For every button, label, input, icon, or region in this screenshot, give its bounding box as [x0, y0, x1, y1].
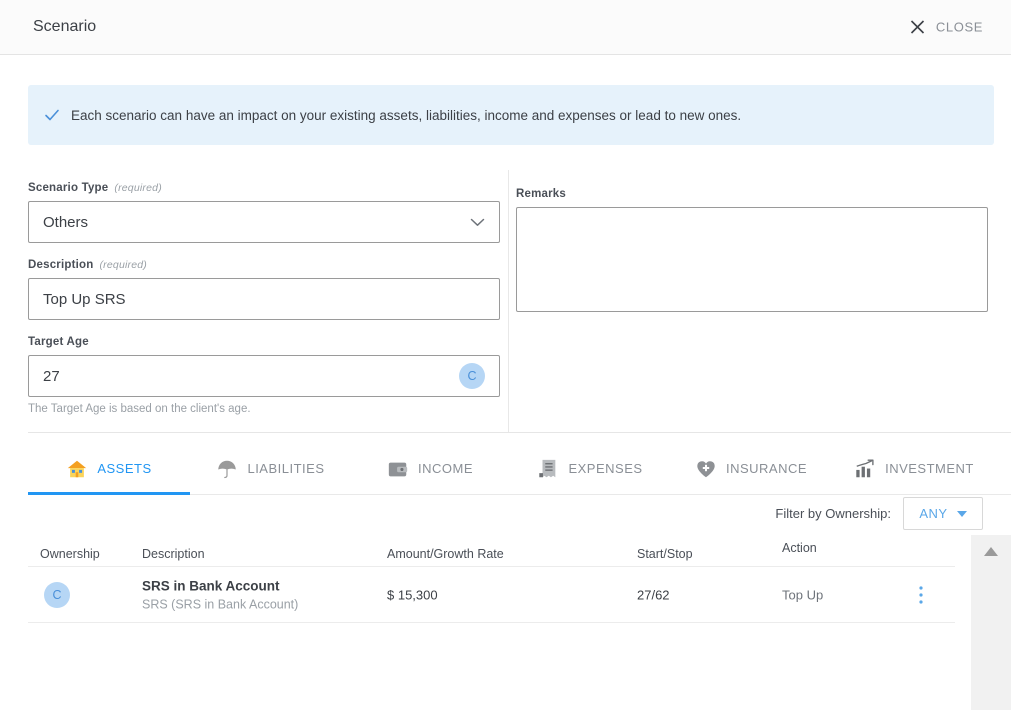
umbrella-icon: [218, 460, 237, 478]
row-amount: $ 15,300: [387, 587, 438, 602]
table-row[interactable]: C SRS in Bank Account SRS (SRS in Bank A…: [28, 567, 955, 623]
target-age-value: 27: [43, 367, 60, 385]
remarks-textarea[interactable]: [516, 207, 988, 312]
description-label-text: Description: [28, 259, 94, 271]
column-header-amount: Amount/Growth Rate: [387, 547, 504, 561]
heart-plus-icon: [697, 460, 715, 477]
avatar: C: [459, 363, 485, 389]
row-menu-button[interactable]: [919, 585, 923, 604]
dialog-header: Scenario CLOSE: [0, 0, 1011, 55]
scenario-dialog: Scenario CLOSE Each scenario can have an…: [0, 0, 1011, 710]
tab-insurance-label: INSURANCE: [725, 461, 808, 476]
target-age-input[interactable]: 27 C: [28, 355, 500, 397]
tab-insurance[interactable]: INSURANCE: [671, 443, 831, 494]
field-remarks: Remarks: [516, 188, 988, 312]
tab-expenses[interactable]: EXPENSES: [509, 443, 671, 494]
description-value: Top Up SRS: [43, 290, 126, 308]
row-avatar: C: [44, 581, 70, 608]
scenario-type-required-note: (required): [114, 182, 162, 194]
tab-income-label: INCOME: [418, 461, 473, 476]
category-tabs: ASSETS LIABILITIES INCOME EXPENSES INSUR…: [28, 443, 1011, 495]
form-vertical-divider: [508, 170, 509, 432]
receipt-icon: [539, 459, 556, 477]
house-icon: [68, 460, 87, 477]
close-label: CLOSE: [935, 19, 983, 35]
field-scenario-type: Scenario Type (required) Others: [28, 182, 500, 243]
description-label: Description (required): [28, 259, 500, 271]
row-action: Top Up: [782, 587, 824, 602]
tab-investment-label: INVESTMENT: [885, 461, 974, 476]
info-banner: Each scenario can have an impact on your…: [28, 85, 994, 145]
column-header-startstop: Start/Stop: [637, 547, 693, 561]
remarks-label: Remarks: [516, 188, 566, 200]
field-target-age: Target Age 27 C The Target Age is based …: [28, 336, 500, 415]
ownership-select[interactable]: ANY: [903, 497, 983, 530]
tab-liabilities[interactable]: LIABILITIES: [190, 443, 351, 494]
avatar: C: [44, 581, 70, 608]
filter-label: Filter by Ownership:: [775, 506, 891, 521]
assets-table: Ownership Description Amount/Growth Rate…: [28, 535, 955, 623]
wallet-icon: [388, 462, 408, 476]
scenario-type-label: Scenario Type (required): [28, 182, 500, 194]
column-header-action: Action: [782, 541, 817, 555]
tab-liabilities-label: LIABILITIES: [247, 461, 325, 476]
row-description-main: SRS in Bank Account: [142, 578, 280, 593]
info-banner-text: Each scenario can have an impact on your…: [71, 107, 742, 123]
tab-investment[interactable]: INVESTMENT: [831, 443, 997, 494]
tab-assets[interactable]: ASSETS: [28, 443, 190, 495]
scenario-type-select[interactable]: Others: [28, 201, 500, 243]
scenario-type-value: Others: [43, 213, 89, 231]
column-header-ownership: Ownership: [40, 547, 100, 561]
target-age-helper-text: The Target Age is based on the client's …: [28, 403, 251, 415]
close-icon: [910, 20, 924, 34]
row-start-stop: 27/62: [637, 587, 670, 602]
tab-assets-label: ASSETS: [97, 461, 152, 476]
scenario-type-label-text: Scenario Type: [28, 182, 109, 194]
row-description: SRS in Bank Account SRS (SRS in Bank Acc…: [142, 578, 298, 611]
scroll-up-arrow-icon[interactable]: [984, 547, 998, 556]
chart-arrow-icon: [856, 459, 874, 477]
row-description-sub: SRS (SRS in Bank Account): [142, 597, 299, 611]
caret-down-icon: [956, 510, 967, 517]
table-scrollbar[interactable]: [971, 535, 1011, 710]
tab-expenses-label: EXPENSES: [568, 461, 643, 476]
chevron-down-icon: [470, 218, 485, 226]
description-required-note: (required): [99, 259, 147, 271]
form-bottom-divider: [28, 432, 1011, 433]
field-description: Description (required) Top Up SRS: [28, 259, 500, 320]
filter-by-ownership: Filter by Ownership: ANY: [775, 497, 983, 530]
kebab-menu-icon: [919, 585, 923, 604]
description-input[interactable]: Top Up SRS: [28, 278, 500, 320]
tab-income[interactable]: INCOME: [351, 443, 509, 494]
close-button[interactable]: CLOSE: [910, 20, 983, 35]
target-age-label: Target Age: [28, 336, 89, 348]
page-title: Scenario: [33, 18, 97, 35]
table-header: Ownership Description Amount/Growth Rate…: [28, 535, 955, 567]
check-icon: [45, 109, 59, 121]
form-section: Scenario Type (required) Others Descripti…: [0, 170, 1011, 432]
column-header-description: Description: [142, 547, 205, 561]
ownership-value: ANY: [919, 506, 948, 521]
